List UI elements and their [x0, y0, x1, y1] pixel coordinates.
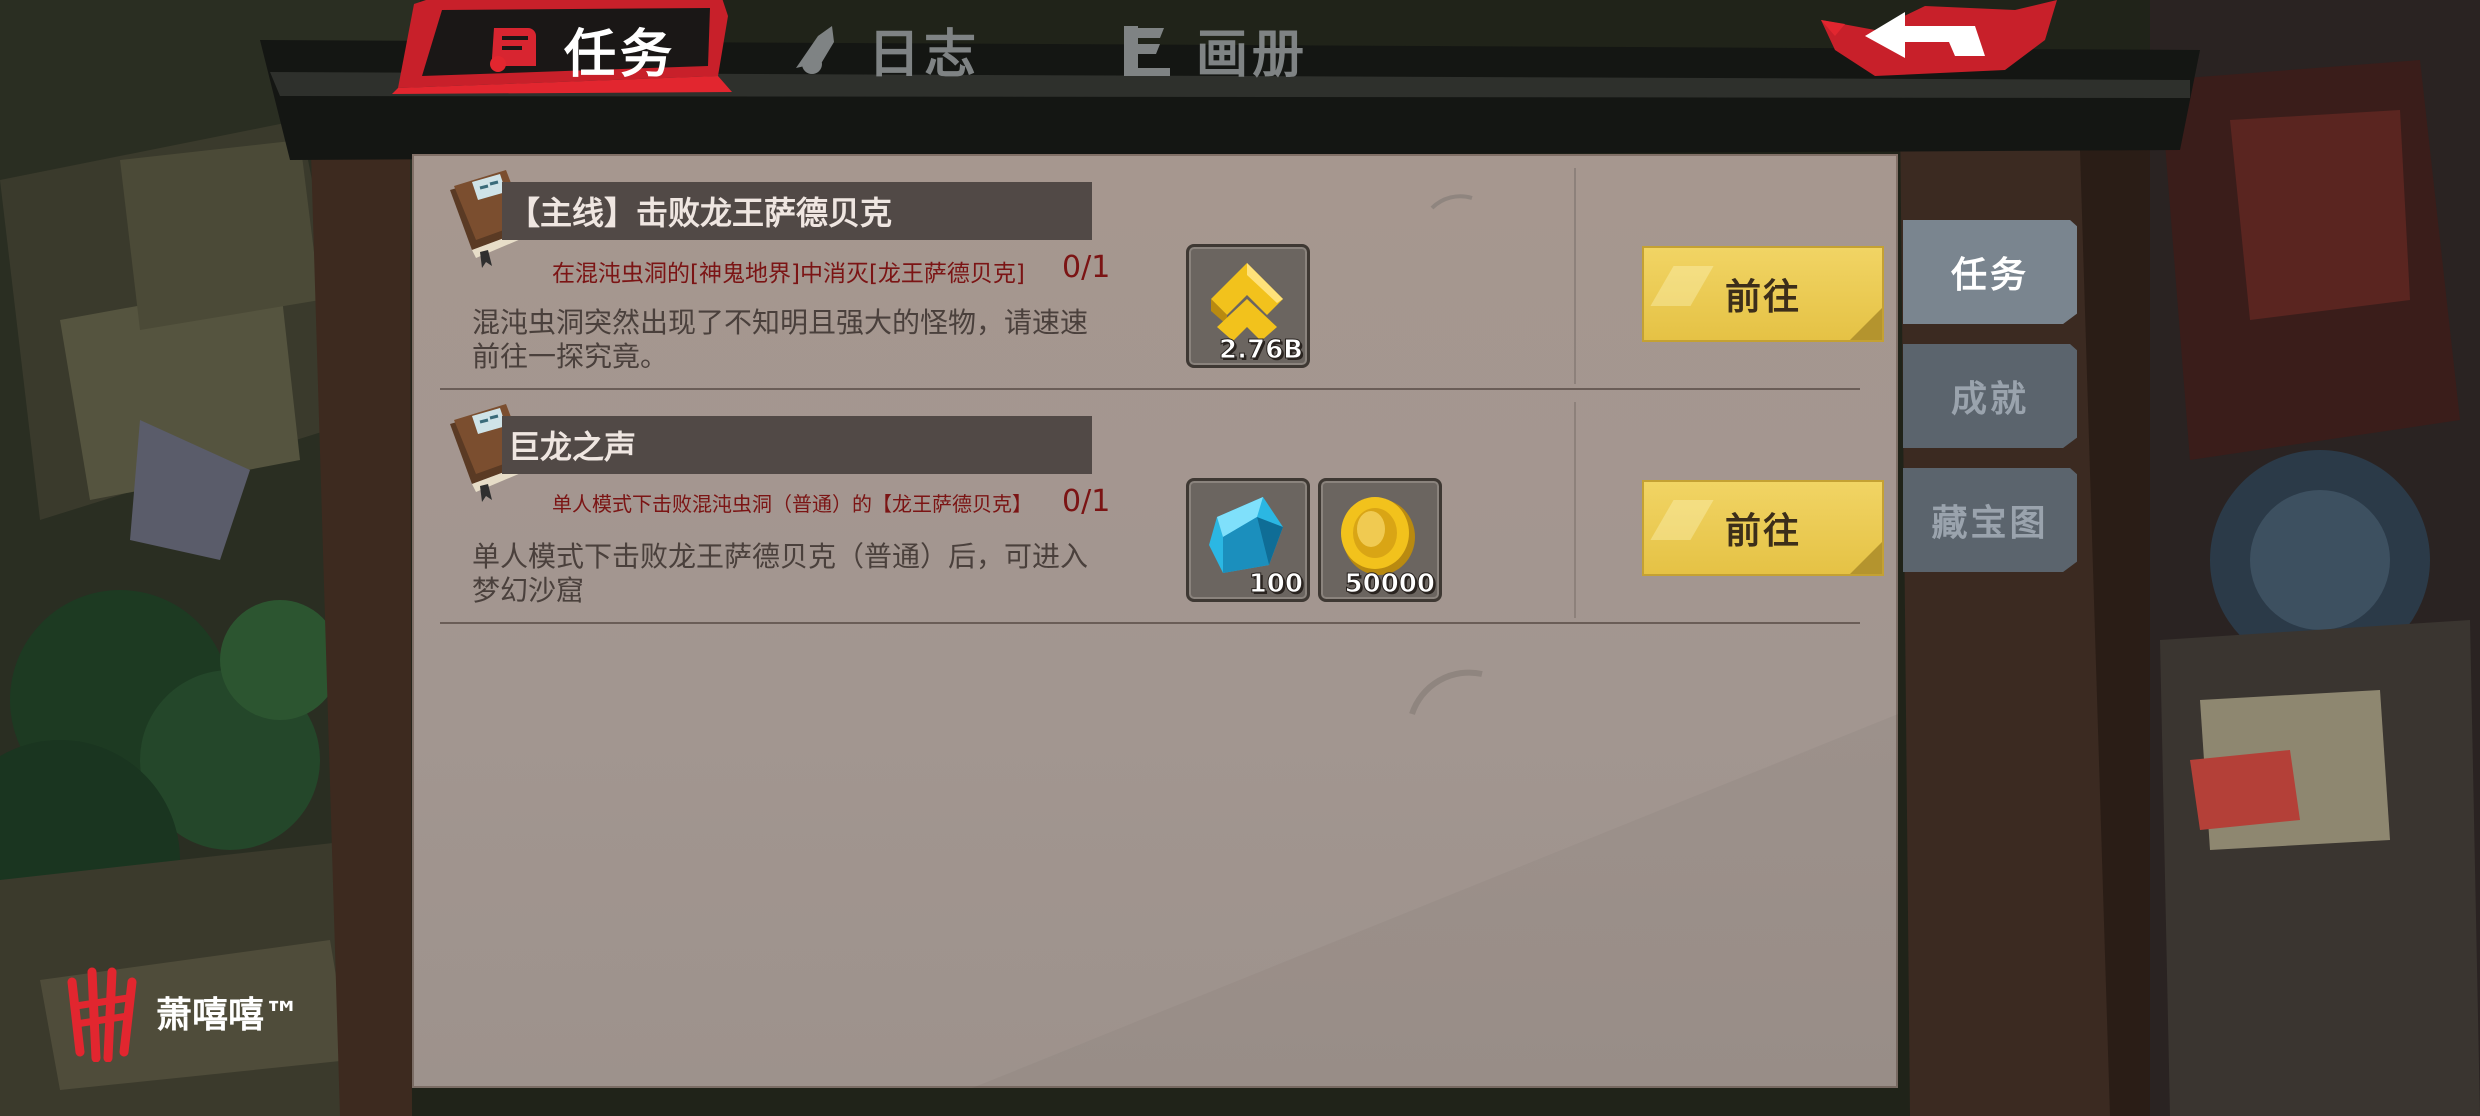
quest-panel: 【主线】击败龙王萨德贝克 在混沌虫洞的[神鬼地界]中消灭[龙王萨德贝克] 0/1…	[412, 154, 1898, 1088]
tab-album[interactable]: 画册	[1116, 0, 1308, 98]
quest-description: 单人模式下击败龙王萨德贝克（普通）后，可进入梦幻沙窟	[472, 540, 1089, 607]
quest-title-bar: 【主线】击败龙王萨德贝克	[502, 182, 1092, 240]
watermark-text: 萧嘻嘻™	[156, 995, 301, 1036]
side-tab-label: 藏宝图	[1931, 503, 2049, 544]
top-tab-bar: 任务 日志 画册	[392, 0, 1360, 98]
reward-slot[interactable]: 100	[1186, 478, 1310, 602]
album-icon	[1124, 26, 1170, 76]
watermark-logo-icon	[67, 967, 137, 1062]
back-arrow-icon	[1821, 0, 2057, 76]
quest-title: 【主线】击败龙王萨德贝克	[508, 194, 893, 232]
reward-count: 50000	[1344, 569, 1435, 600]
go-button-label: 前往	[1724, 511, 1801, 552]
quest-progress: 0/1	[1062, 250, 1111, 285]
reward-slot[interactable]: 2.76B	[1186, 244, 1310, 368]
back-button[interactable]	[1815, 0, 2065, 90]
reward-slot[interactable]: 50000	[1318, 478, 1442, 602]
tab-quests-label: 任务	[564, 24, 677, 85]
game-scene: 任务 日志 画册 【主线】击败龙王萨德贝克 在混沌虫洞的[神鬼地界]中消灭[龙王…	[0, 0, 2480, 1116]
go-button[interactable]: 前往	[1642, 480, 1884, 576]
quest-objective: 单人模式下击败混沌虫洞（普通）的【龙王萨德贝克】	[552, 492, 1032, 516]
reward-count: 100	[1248, 569, 1303, 600]
reward-count: 2.76B	[1219, 335, 1304, 366]
tab-album-label: 画册	[1196, 24, 1309, 85]
quill-icon	[796, 26, 834, 74]
scroll-icon	[490, 28, 536, 72]
side-tab-achievements[interactable]: 成就	[1903, 344, 2077, 448]
go-button[interactable]: 前往	[1642, 246, 1884, 342]
go-button-label: 前往	[1724, 277, 1801, 318]
quest-description: 混沌虫洞突然出现了不知明且强大的怪物，请速速前往一探究竟。	[472, 306, 1089, 373]
side-tab-quests[interactable]: 任务	[1903, 220, 2077, 324]
tab-quests[interactable]: 任务	[484, 0, 676, 98]
row-divider	[1574, 402, 1576, 618]
side-tab-treasure-map[interactable]: 藏宝图	[1903, 468, 2077, 572]
row-divider	[1574, 168, 1576, 384]
quest-progress: 0/1	[1062, 484, 1111, 519]
side-tab-label: 成就	[1950, 379, 2029, 420]
quest-title-bar: 巨龙之声	[502, 416, 1092, 474]
tab-log-label: 日志	[868, 24, 981, 85]
quest-title: 巨龙之声	[508, 428, 637, 466]
tab-log[interactable]: 日志	[788, 0, 980, 98]
quest-objective: 在混沌虫洞的[神鬼地界]中消灭[龙王萨德贝克]	[552, 261, 1025, 287]
side-tab-label: 任务	[1950, 255, 2029, 296]
quest-row: 【主线】击败龙王萨德贝克 在混沌虫洞的[神鬼地界]中消灭[龙王萨德贝克] 0/1…	[440, 154, 1884, 390]
watermark: 萧嘻嘻™	[62, 962, 300, 1062]
quest-row: 巨龙之声 单人模式下击败混沌虫洞（普通）的【龙王萨德贝克】 0/1 单人模式下击…	[440, 388, 1884, 624]
